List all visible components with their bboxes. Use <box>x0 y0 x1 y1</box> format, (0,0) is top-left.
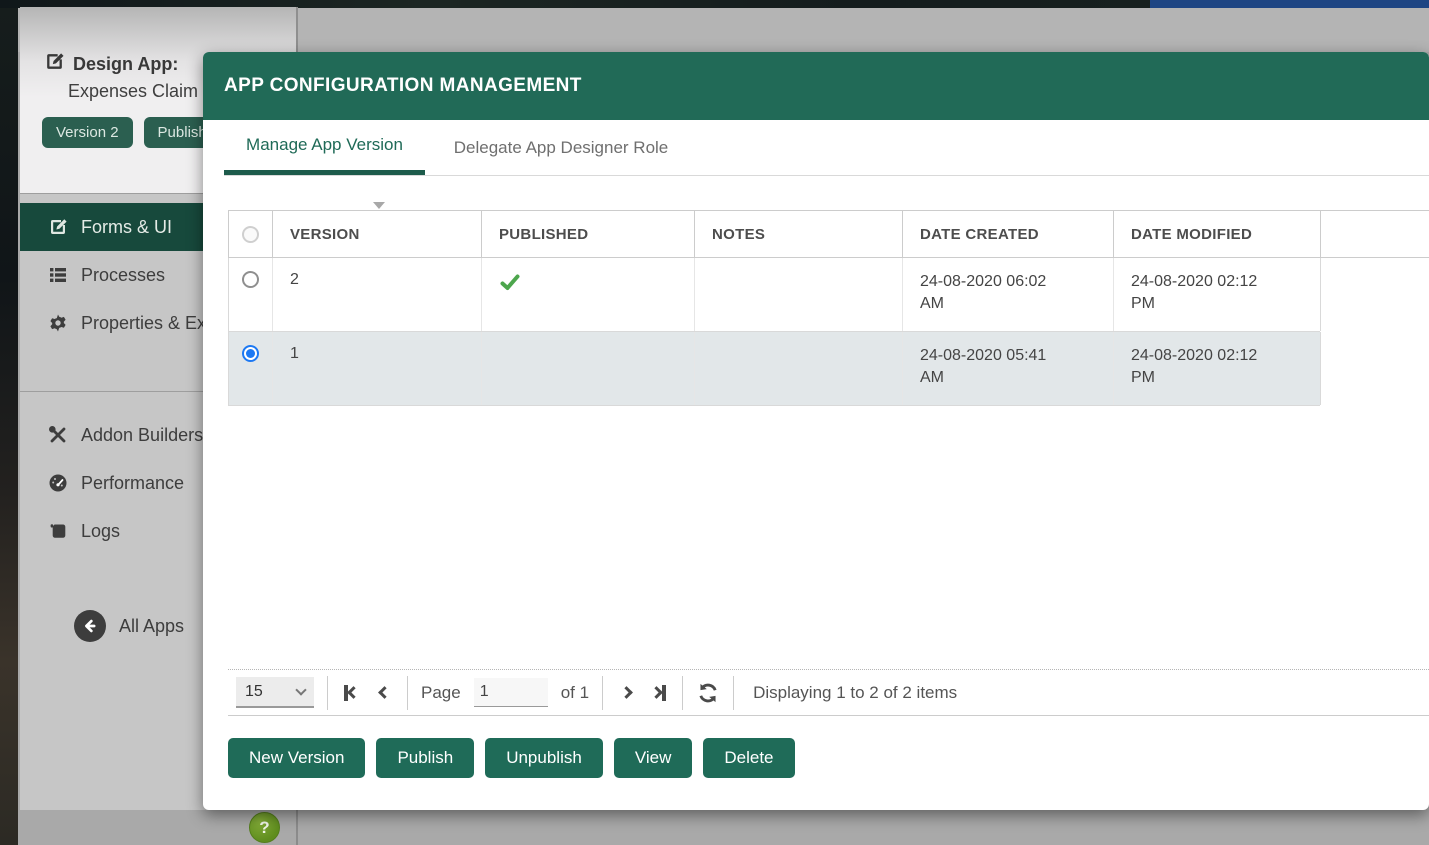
column-header-spare <box>1321 211 1429 257</box>
prev-page-button[interactable] <box>374 686 394 699</box>
refresh-button[interactable] <box>696 681 720 705</box>
chevron-down-icon <box>295 683 307 696</box>
sidebar-item-label: Properties & Ex <box>81 312 207 333</box>
table-row-version-1[interactable]: 1 24-08-2020 05:41 AM 24-08-2020 02:12 P… <box>229 332 1321 406</box>
design-app-title: Design App: <box>44 51 178 77</box>
check-icon <box>500 274 520 290</box>
design-app-label: Design App: <box>73 53 179 74</box>
sidebar-item-all-apps[interactable]: All Apps <box>74 610 184 642</box>
column-header-notes[interactable]: NOTES <box>695 211 903 257</box>
cell-published <box>482 258 695 331</box>
pager-divider <box>602 675 604 710</box>
sidebar-item-label: Forms & UI <box>81 216 173 237</box>
background-photo-edge <box>0 8 18 845</box>
cell-published <box>482 332 695 405</box>
select-all-cell <box>229 211 273 257</box>
table-pager: 15 Page of 1 Display <box>228 669 1429 716</box>
tab-manage-app-version[interactable]: Manage App Version <box>224 120 425 175</box>
help-label: ? <box>259 817 270 837</box>
column-header-version[interactable]: VERSION <box>273 211 482 257</box>
pager-divider <box>682 675 684 710</box>
tab-delegate-app-designer-role[interactable]: Delegate App Designer Role <box>425 120 697 175</box>
page-size-value: 15 <box>245 682 263 700</box>
page-size-select[interactable]: 15 <box>236 677 314 708</box>
help-button[interactable]: ? <box>249 812 280 843</box>
cell-date-modified: 24-08-2020 02:12 PM <box>1114 332 1321 405</box>
pager-divider <box>407 675 408 710</box>
list-icon <box>47 264 69 286</box>
app-name: Expenses Claim <box>68 81 199 101</box>
page-count-label: of 1 <box>560 682 590 702</box>
sidebar-item-label: Addon Builders <box>81 424 204 445</box>
column-header-date-created[interactable]: DATE CREATED <box>903 211 1114 257</box>
dialog-header: APP CONFIGURATION MANAGEMENT <box>203 52 1429 120</box>
dialog-title: APP CONFIGURATION MANAGEMENT <box>224 75 582 96</box>
new-version-button[interactable]: New Version <box>228 738 366 778</box>
dialog-tabs: Manage App Version Delegate App Designer… <box>224 120 697 175</box>
sidebar-item-label: Processes <box>81 264 166 285</box>
all-apps-label: All Apps <box>119 615 185 636</box>
pencil-square-icon <box>44 51 65 77</box>
table-row-version-2[interactable]: 2 24-08-2020 06:02 AM 24-08-2020 02:12 P… <box>229 258 1321 332</box>
tools-icon <box>47 424 69 446</box>
publish-button[interactable]: Publish <box>376 738 475 778</box>
pencil-square-icon <box>47 216 69 238</box>
app-configuration-dialog: APP CONFIGURATION MANAGEMENT Manage App … <box>203 52 1429 810</box>
tabs-divider <box>224 175 1429 176</box>
sidebar-item-label: Performance <box>81 472 185 493</box>
column-header-date-modified[interactable]: DATE MODIFIED <box>1114 211 1321 257</box>
cell-version: 1 <box>273 332 482 405</box>
sidebar-edge-line <box>296 810 298 845</box>
radio-checked-icon[interactable] <box>242 345 259 362</box>
pager-status: Displaying 1 to 2 of 2 items <box>753 682 958 702</box>
cell-notes <box>695 332 903 405</box>
gear-icon <box>47 312 69 334</box>
version-badge[interactable]: Version 2 <box>42 117 133 148</box>
version-table-body: 2 24-08-2020 06:02 AM 24-08-2020 02:12 P… <box>228 258 1321 406</box>
arrow-left-circle-icon <box>74 610 106 642</box>
row-radio-cell[interactable] <box>229 258 273 331</box>
radio-unchecked-icon[interactable] <box>242 271 259 288</box>
cell-date-created: 24-08-2020 06:02 AM <box>903 258 1114 331</box>
version-badges: Version 2 Publish <box>42 117 221 148</box>
cell-notes <box>695 258 903 331</box>
speedometer-icon <box>47 472 69 494</box>
next-page-button[interactable] <box>616 686 636 699</box>
version-table-header: VERSION PUBLISHED NOTES DATE CREATED DAT… <box>228 210 1429 258</box>
sidebar-item-label: Logs <box>81 520 121 541</box>
unpublish-button[interactable]: Unpublish <box>485 738 603 778</box>
view-button[interactable]: View <box>613 738 693 778</box>
sort-desc-icon[interactable] <box>373 202 385 209</box>
browser-blue-strip <box>1150 0 1429 8</box>
last-page-button[interactable] <box>649 684 669 701</box>
delete-button[interactable]: Delete <box>703 738 795 778</box>
cell-version: 2 <box>273 258 482 331</box>
column-header-published[interactable]: PUBLISHED <box>482 211 695 257</box>
refresh-icon <box>699 683 717 702</box>
pager-divider <box>327 675 328 710</box>
first-page-button[interactable] <box>341 684 361 701</box>
page-label: Page <box>421 682 461 702</box>
dialog-actions: New Version Publish Unpublish View Delet… <box>228 738 795 778</box>
screen: Design App: Expenses Claim Version 2 Pub… <box>0 0 1429 845</box>
page-number-input[interactable] <box>473 678 548 707</box>
cell-date-created: 24-08-2020 05:41 AM <box>903 332 1114 405</box>
cell-date-modified: 24-08-2020 02:12 PM <box>1114 258 1321 331</box>
dimmed-page-area <box>18 810 1429 845</box>
radio-header-icon <box>242 225 259 243</box>
row-radio-cell[interactable] <box>229 332 273 405</box>
pager-divider <box>733 675 735 710</box>
scroll-icon <box>47 520 69 542</box>
